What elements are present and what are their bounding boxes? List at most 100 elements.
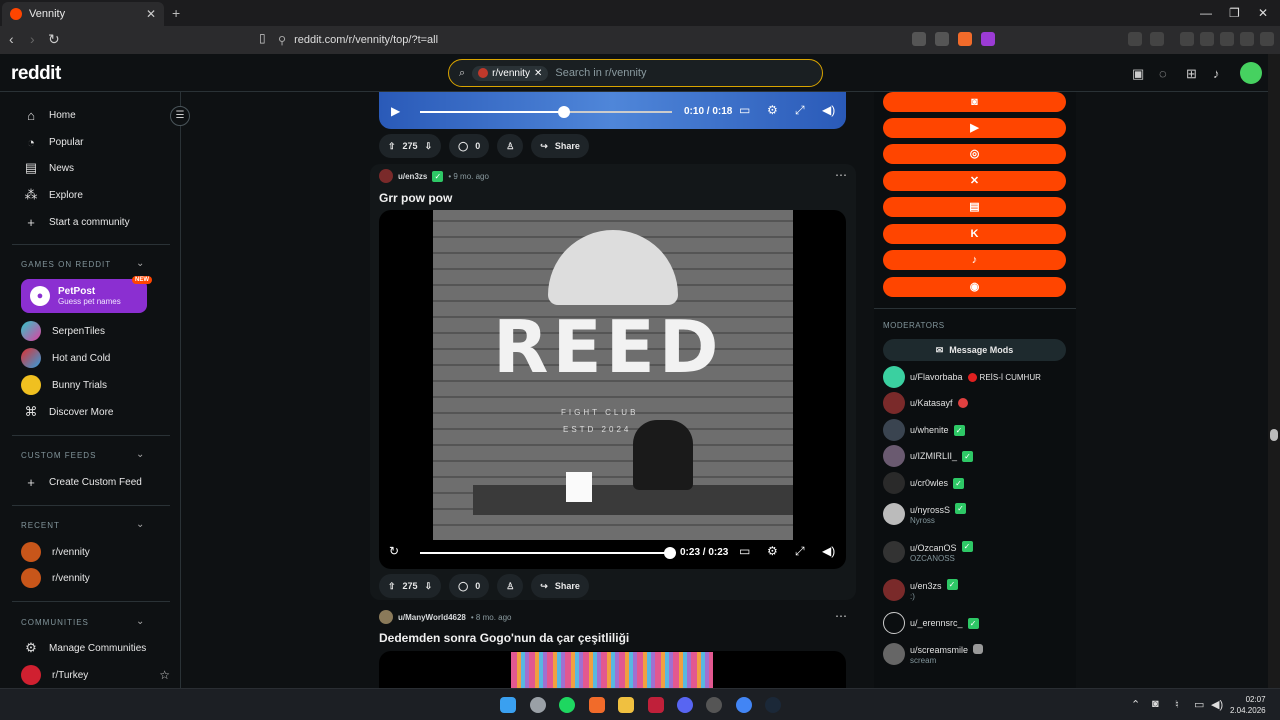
brave-browser-icon[interactable] (589, 697, 605, 713)
sidebar-item-popular[interactable]: ◔ Popular (0, 129, 170, 155)
speaker-icon[interactable]: ◀) (1211, 698, 1223, 711)
video-player[interactable]: REED FIGHT CLUB ESTD 2024 ↻ 0:23 / 0:23 … (379, 210, 846, 569)
forward-icon[interactable]: › (30, 31, 35, 47)
share-button[interactable]: ↪ Share (531, 574, 589, 598)
youtube-link-button[interactable]: ▶ (883, 118, 1066, 138)
comments-button[interactable]: ◯ 0 (449, 574, 490, 598)
chevron-down-icon[interactable]: ⌄ (136, 258, 144, 269)
share-button[interactable]: ↪ Share (531, 134, 589, 158)
more-options-icon[interactable]: ⋯ (835, 609, 847, 623)
moderator-item[interactable]: u/OzcanOS OZCANOSS ✓ (883, 540, 973, 563)
new-tab-icon[interactable]: + (172, 5, 180, 21)
sidebar-item-start-community[interactable]: + Start a community (0, 209, 170, 235)
menu-icon[interactable] (1260, 32, 1274, 46)
notifications-icon[interactable]: ♪ (1213, 66, 1220, 81)
comments-button[interactable]: ◯ 0 (449, 134, 490, 158)
seek-handle[interactable] (558, 106, 570, 118)
start-menu-icon[interactable] (500, 697, 516, 713)
wallet-icon[interactable] (1200, 32, 1214, 46)
chrome-icon[interactable] (736, 697, 752, 713)
moderator-item[interactable]: u/Flavorbaba REİS-İ CUMHUR (883, 366, 1041, 388)
search-bar[interactable]: ⌕ r/vennity ✕ Search in r/vennity (448, 59, 823, 87)
url-field[interactable]: ⚲ reddit.com/r/vennity/top/?t=all (278, 30, 1000, 50)
steam-link-button[interactable]: ◉ (883, 277, 1066, 297)
discord-app-icon[interactable] (677, 697, 693, 713)
bookmark-icon[interactable]: ▯ (259, 31, 266, 45)
petpost-game-card[interactable]: ● PetPost Guess pet names (21, 279, 147, 313)
vpn-icon[interactable] (1240, 32, 1254, 46)
back-icon[interactable]: ‹ (9, 31, 14, 47)
user-avatar[interactable] (379, 169, 393, 183)
video-player-top[interactable]: ▶ 0:10 / 0:18 ▭ ⚙ ⤢ ◀) (379, 92, 846, 129)
network-icon[interactable]: ▭ (1194, 698, 1204, 711)
system-clock[interactable]: 02:07 2.04.2026 (1230, 694, 1266, 716)
close-tab-icon[interactable]: ✕ (146, 7, 156, 21)
search-input[interactable]: Search in r/vennity (555, 67, 646, 79)
play-icon[interactable]: ▶ (391, 104, 400, 118)
puzzle-icon[interactable] (1150, 32, 1164, 46)
fullscreen-icon[interactable]: ⤢ (795, 544, 805, 559)
x-link-button[interactable]: ✕ (883, 171, 1066, 191)
search-app-icon[interactable] (530, 697, 546, 713)
reload-icon[interactable]: ↻ (48, 31, 60, 48)
communities-section-label[interactable]: COMMUNITIES (21, 618, 89, 627)
moderator-item[interactable]: u/whenite ✓ (883, 419, 965, 441)
advertise-icon[interactable]: ▣ (1132, 66, 1144, 82)
moderator-item[interactable]: u/cr0wles ✓ (883, 472, 965, 494)
sidebar-item-r-turkey[interactable]: r/Turkey ☆ (0, 662, 170, 688)
cast-icon[interactable] (912, 32, 926, 46)
minimize-icon[interactable]: — (1200, 6, 1212, 20)
volume-icon[interactable]: ◀) (822, 544, 835, 558)
message-mods-button[interactable]: ✉ Message Mods (883, 339, 1066, 361)
leo-ai-icon[interactable] (1220, 32, 1234, 46)
discord-link-button[interactable]: ◙ (883, 92, 1066, 112)
user-avatar[interactable] (379, 610, 393, 624)
restore-icon[interactable]: ❐ (1229, 6, 1240, 20)
chevron-down-icon[interactable]: ⌄ (136, 616, 144, 627)
tray-expand-icon[interactable]: ⌃ (1131, 698, 1140, 711)
extensions-icon[interactable] (1128, 32, 1142, 46)
sidebar-toggle-icon[interactable] (1180, 32, 1194, 46)
steam-app-icon[interactable] (765, 697, 781, 713)
sidebar-item-serpentiles[interactable]: SerpenTiles (0, 318, 170, 344)
sidebar-item-recent-vennity[interactable]: r/vennity (0, 565, 170, 591)
award-button[interactable]: ♙ (497, 574, 524, 598)
sidebar-item-home[interactable]: ⌂ Home (0, 102, 170, 128)
settings-icon[interactable]: ⚙ (767, 544, 778, 558)
moderator-item[interactable]: u/en3zs:) ✓ (883, 578, 958, 601)
reddit-logo[interactable]: reddit (11, 63, 61, 85)
replay-icon[interactable]: ↻ (389, 544, 399, 558)
post-image[interactable] (511, 652, 713, 688)
post-author[interactable]: u/ManyWorld4628 (398, 613, 466, 622)
sidebar-item-recent-vennity[interactable]: r/vennity (0, 539, 170, 565)
chevron-down-icon[interactable]: ⌄ (136, 449, 144, 460)
more-options-icon[interactable]: ⋯ (835, 168, 847, 182)
moderator-item[interactable]: u/Katasayf (883, 392, 968, 414)
sidebar-item-news[interactable]: ▤ News (0, 155, 170, 181)
post-title[interactable]: Grr pow pow (379, 191, 452, 205)
window-close-icon[interactable]: ✕ (1258, 6, 1268, 20)
chip-remove-icon[interactable]: ✕ (534, 68, 542, 79)
sidebar-item-bunny-trials[interactable]: Bunny Trials (0, 372, 170, 398)
post-title[interactable]: Dedemden sonra Gogo'nun da çar çeşitlili… (379, 631, 629, 645)
browser-tab[interactable]: Vennity ✕ (2, 2, 164, 26)
microphone-icon[interactable]: ♮ (1175, 698, 1179, 711)
search-scope-chip[interactable]: r/vennity ✕ (472, 65, 549, 81)
downvote-icon[interactable]: ⇩ (425, 141, 433, 152)
affinity-icon[interactable] (648, 697, 664, 713)
volume-icon[interactable]: ◀) (822, 103, 835, 117)
brave-rewards-icon[interactable] (981, 32, 995, 46)
settings-icon[interactable]: ⚙ (767, 103, 778, 117)
brave-shield-icon[interactable] (958, 32, 972, 46)
custom-feeds-section-label[interactable]: CUSTOM FEEDS (21, 451, 96, 460)
upvote-icon[interactable]: ⇧ (388, 581, 396, 592)
sidebar-item-explore[interactable]: ⁂ Explore (0, 182, 170, 208)
tray-discord-icon[interactable]: ◙ (1152, 698, 1159, 710)
instagram-link-button[interactable]: ◎ (883, 144, 1066, 164)
sidebar-item-discover-more[interactable]: ⌘ Discover More (0, 399, 170, 425)
seek-handle[interactable] (664, 547, 676, 559)
recent-section-label[interactable]: RECENT (21, 521, 60, 530)
captions-icon[interactable]: ▭ (739, 544, 750, 558)
moderator-item[interactable]: u/IZMIRLII_ ✓ (883, 445, 974, 467)
site-info-icon[interactable]: ⚲ (278, 34, 286, 47)
